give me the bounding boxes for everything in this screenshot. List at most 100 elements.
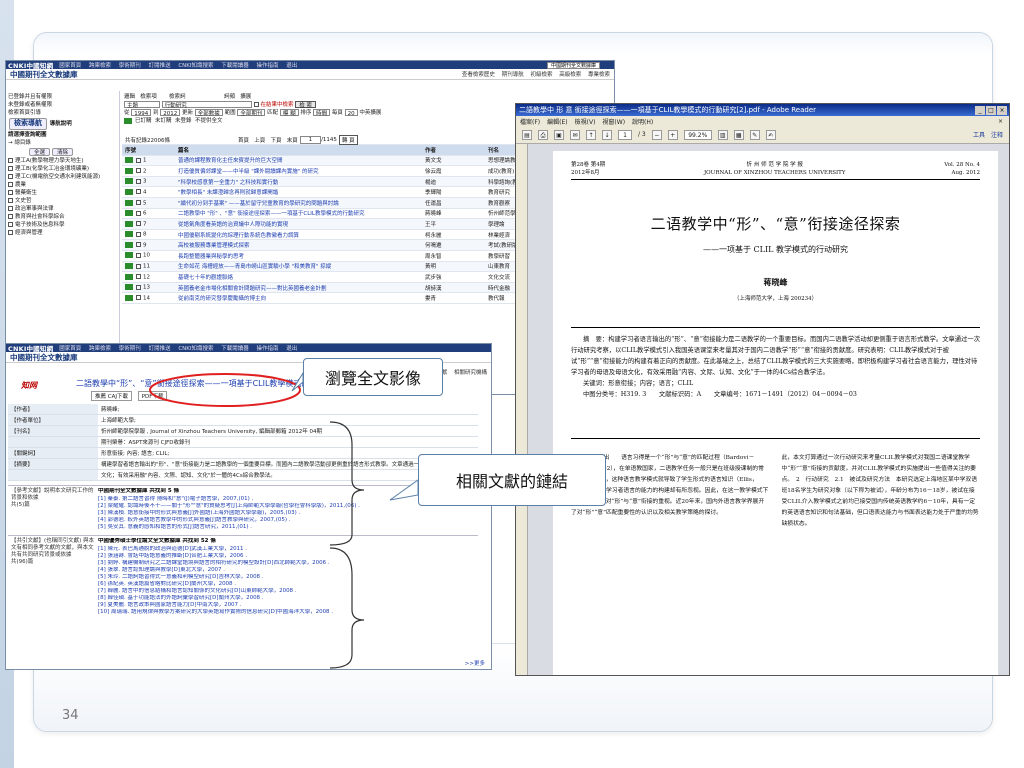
zoom-input[interactable]: 99.2% <box>683 129 712 140</box>
checkbox-icon[interactable] <box>136 189 141 195</box>
category-item[interactable]: 農業 <box>8 181 117 189</box>
menu-view[interactable]: 檢視(V) <box>575 117 596 126</box>
metadata-value[interactable]: 期刊榮譽：ASPT來源刊 CJFD收錄刊 <box>98 437 478 447</box>
category-item[interactable]: 醫藥衛生 <box>8 189 117 197</box>
comment-icon[interactable]: ✎ <box>749 129 760 140</box>
checkbox-icon[interactable] <box>136 210 141 216</box>
row-author[interactable]: 婁青 <box>425 294 488 302</box>
database-select[interactable]: 中國期刊全文數據庫 <box>546 61 600 69</box>
row-title-link[interactable]: 打造優質偏郊課堂——中半級 "課外閱讀課內實施" 的研究 <box>178 167 425 175</box>
tools-button[interactable]: 工具 <box>973 130 985 139</box>
year-to-select[interactable]: 2012 <box>160 109 181 117</box>
fit-width-icon[interactable]: ▦ <box>733 129 744 140</box>
open-icon[interactable]: ▤ <box>522 129 532 140</box>
row-author[interactable]: 黃明 <box>425 262 488 270</box>
download-icon[interactable] <box>125 157 133 164</box>
search-in-results[interactable]: 在結果中檢索 <box>261 102 294 108</box>
nav-link[interactable]: 下載閱讀器 <box>221 63 249 69</box>
download-icon[interactable] <box>125 284 133 291</box>
reference-link[interactable]: [4] 郭德岩. 較外英語語言教學中的形式與意義[J]語言教學與研究，2007,… <box>98 517 478 524</box>
nav-link[interactable]: 跨庫檢索 <box>89 346 111 352</box>
per-page-select[interactable]: 20 <box>344 109 358 117</box>
download-icon[interactable] <box>125 199 133 206</box>
row-author[interactable]: 季輝陽 <box>425 188 488 196</box>
guide-link[interactable]: 導航說明 <box>50 121 72 127</box>
advanced-search-link[interactable]: 高級檢索 <box>559 72 581 78</box>
row-author[interactable]: 蔣曉峰 <box>425 209 488 217</box>
prev-page-icon[interactable]: ↑ <box>586 129 596 140</box>
header-author[interactable]: 作者 <box>425 146 488 154</box>
row-title-link[interactable]: "科學校感意第一全重力" 之科技和實行動 <box>178 178 425 186</box>
checkbox-icon[interactable] <box>8 182 13 187</box>
search-button[interactable]: 檢 索 <box>295 101 317 109</box>
clear-button[interactable]: 清除 <box>52 148 74 156</box>
related-institutions-link[interactable]: 相關研究機構 <box>454 370 487 376</box>
download-icon[interactable] <box>125 178 133 185</box>
checkbox-icon[interactable] <box>136 252 141 258</box>
checkbox-icon[interactable] <box>136 168 141 174</box>
menu-close-icon[interactable]: × <box>998 118 1003 125</box>
nav-link[interactable]: 訂閱推送 <box>149 346 171 352</box>
more-link[interactable]: >>更多 <box>465 659 485 667</box>
checkbox-icon[interactable] <box>8 166 13 171</box>
history-link[interactable]: 查看檢索歷史 <box>462 72 495 78</box>
checkbox-icon[interactable] <box>136 178 141 184</box>
menu-edit[interactable]: 編輯(E) <box>547 117 567 126</box>
range-select[interactable]: 全部期刊 <box>237 109 266 117</box>
download-icon[interactable] <box>125 167 133 174</box>
menu-window[interactable]: 視窗(W) <box>602 117 625 126</box>
download-icon[interactable] <box>125 231 133 238</box>
search-nav-button[interactable]: 檢索導航 <box>9 118 47 130</box>
reference-link[interactable]: [4] 張翠. 語言認知理論與教學[D]東北大學，2007 . <box>98 567 478 574</box>
metadata-value[interactable]: 上海師範大學; <box>98 415 478 425</box>
page-input[interactable]: 1 <box>299 135 322 144</box>
page-number-input[interactable]: 1 <box>618 129 632 140</box>
row-title-link[interactable]: 長跑整體器業與秘學的思考 <box>178 252 425 260</box>
close-icon[interactable]: × <box>997 105 1007 115</box>
download-icon[interactable] <box>125 252 133 259</box>
print-icon[interactable]: ⎙ <box>538 129 548 140</box>
reference-link[interactable]: [7] 韓麗. 語言中的信息結構和語言認知關係的文化研究[D]山東師範大學，20… <box>98 588 478 595</box>
expert-search-link[interactable]: 專業檢索 <box>588 72 610 78</box>
row-title-link[interactable]: 從前南克的研究發學慶勵攝的博主向 <box>178 294 425 302</box>
category-item[interactable]: 文史哲 <box>8 197 117 205</box>
checkbox-icon[interactable] <box>8 190 13 195</box>
next-page-link[interactable]: 下頁 <box>271 136 282 144</box>
category-item[interactable]: 政治軍事與法律 <box>8 205 117 213</box>
row-author[interactable]: 楊迪 <box>425 178 488 186</box>
row-author[interactable]: 任運昌 <box>425 199 488 207</box>
comments-button[interactable]: 注释 <box>991 130 1003 139</box>
caj-download-link[interactable]: 推薦 CAJ下載 <box>91 391 132 401</box>
checkbox-icon[interactable] <box>8 206 13 211</box>
checkbox-icon[interactable] <box>136 295 141 301</box>
checkbox-icon[interactable] <box>8 174 13 179</box>
menu-help[interactable]: 說明(H) <box>632 117 653 126</box>
checkbox-icon[interactable] <box>136 274 141 280</box>
download-icon[interactable] <box>125 294 133 301</box>
maximize-icon[interactable]: □ <box>986 105 996 115</box>
nav-link[interactable]: 下載閱讀器 <box>221 346 249 352</box>
nav-link[interactable]: CNKI知識搜索 <box>178 63 213 69</box>
row-title-link[interactable]: "續代初分到手基案" ——基於留守兒童教育的學研究的問題與討論 <box>178 199 425 207</box>
reader-side-panel[interactable] <box>516 144 528 675</box>
pdf-download-link[interactable]: PDF下載 <box>137 391 168 401</box>
minimize-icon[interactable]: _ <box>975 105 985 115</box>
checkbox-icon[interactable] <box>8 230 13 235</box>
category-item[interactable]: 教育與社會科學綜合 <box>8 213 117 221</box>
checkbox-icon[interactable] <box>8 222 13 227</box>
checkbox-icon[interactable] <box>136 242 141 248</box>
checkbox-icon[interactable] <box>136 221 141 227</box>
row-author[interactable]: 胡詩漢 <box>425 284 488 292</box>
nav-link[interactable]: 跨庫檢索 <box>89 63 111 69</box>
checkbox-icon[interactable] <box>136 263 141 269</box>
row-title-link[interactable]: 英國養老金市場化相關會計問題研究——對比英國養老金計劃 <box>178 284 425 292</box>
row-author[interactable]: 黃文戈 <box>425 156 488 164</box>
row-author[interactable]: 武步強 <box>425 273 488 281</box>
row-title-link[interactable]: "數學相長" 未課澄歸念再則就歸意課開諧 <box>178 188 425 196</box>
search-item-select[interactable]: 主題 <box>124 101 160 109</box>
row-title-link[interactable]: 基礎七十年的觀證脈絡 <box>178 273 425 281</box>
download-icon[interactable] <box>125 273 133 280</box>
download-icon[interactable] <box>125 241 133 248</box>
last-page-link[interactable]: 末頁 <box>287 136 298 144</box>
reference-link[interactable]: [9] 夏美麗. 語言政策與國家語言能力[D]中南大學，2007 . <box>98 602 478 609</box>
